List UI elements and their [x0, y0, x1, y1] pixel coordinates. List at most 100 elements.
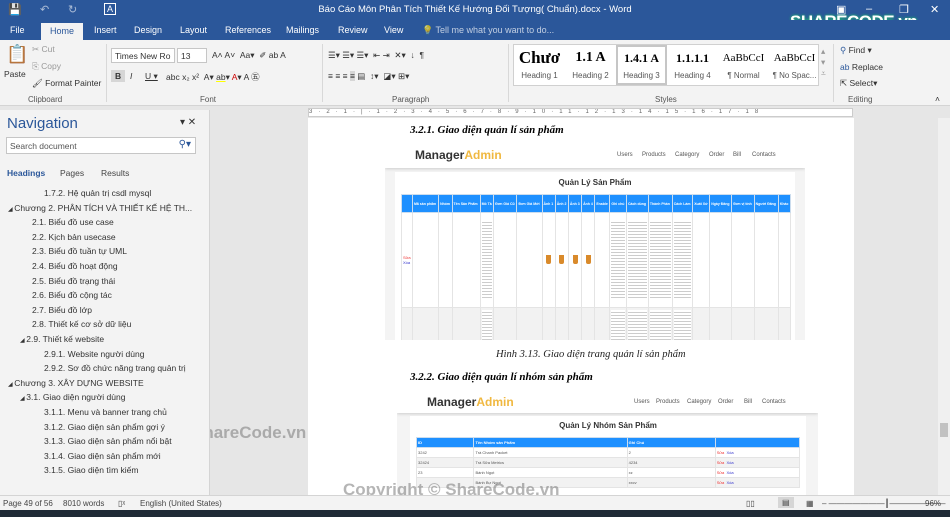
nav-heading-label: 2.9. Thiết kế website — [26, 334, 105, 344]
nav-heading-item[interactable]: 3.1.5. Giao diện tìm kiếm — [44, 465, 139, 475]
edit-link[interactable]: Sửa — [717, 450, 725, 455]
nav-heading-item[interactable]: 2.5. Biểu đồ trạng thái — [32, 276, 115, 286]
alignment-buttons[interactable]: ≡ ≡ ≡ ≡ ▤ ↕▾ ◪▾ ⊞▾ — [328, 71, 409, 82]
nav-heading-item[interactable]: 2.8. Thiết kế cơ sở dữ liệu — [32, 319, 131, 329]
nav-heading-label: 2.8. Thiết kế cơ sở dữ liệu — [32, 319, 132, 330]
edit-link[interactable]: Sửa — [717, 470, 725, 475]
font-grow-shrink-icons[interactable]: A˄ A˅ Aa▾ ✐ ab A — [212, 50, 286, 61]
bold-button[interactable]: B — [111, 70, 126, 82]
nav-heading-item[interactable]: ◢ Chương 2. PHÂN TÍCH VÀ THIẾT KẾ HỆ TH.… — [8, 203, 192, 213]
tab-review[interactable]: Review — [338, 25, 368, 35]
nav-heading-item[interactable]: 2.6. Biểu đồ cộng tác — [32, 290, 112, 300]
cut-label: Cut — [41, 44, 55, 54]
tab-layout[interactable]: Layout — [180, 25, 207, 35]
delete-link[interactable]: Xóa — [727, 450, 734, 455]
text-placeholder — [611, 220, 625, 300]
nav-heading-item[interactable]: 2.7. Biểu đồ lớp — [32, 305, 92, 315]
delete-link[interactable]: Xóa — [727, 470, 734, 475]
minimize-button[interactable]: – — [866, 3, 872, 15]
font-size-select[interactable]: 13 — [177, 48, 207, 63]
tab-references[interactable]: References — [225, 25, 271, 35]
font-name-select[interactable]: Times New Ro — [111, 48, 175, 63]
nav-heading-item[interactable]: 3.1.1. Menu và banner trang chủ — [44, 407, 167, 417]
nav-heading-item[interactable]: 1.7.2. Hệ quản trị csdl mysql — [44, 188, 151, 198]
list-buttons[interactable]: ☰▾ ☰▾ ☰▾ ⇤ ⇥ ✕▾ ↓ ¶ — [328, 50, 424, 61]
collapse-ribbon-icon[interactable]: ˄ — [935, 94, 940, 104]
print-layout-icon[interactable]: ▤ — [778, 497, 794, 508]
ribbon-display-icon[interactable]: ▣ — [836, 3, 846, 16]
nav-heading-item[interactable]: 2.4. Biểu đồ hoạt động — [32, 261, 118, 271]
style-heading-2[interactable]: 1.1 A Heading 2 — [565, 45, 616, 85]
style-heading-1[interactable]: Chươ Heading 1 — [514, 45, 565, 85]
nav-heading-item[interactable]: 2.3. Biểu đồ tuần tự UML — [32, 246, 127, 256]
divider — [508, 44, 509, 102]
find-button[interactable]: ⚲ Find ▾ — [840, 45, 872, 56]
search-document-input[interactable]: Search document ⚲▾ — [6, 137, 196, 154]
nav-heading-item[interactable]: ◢ 2.9. Thiết kế website — [20, 334, 104, 344]
delete-link[interactable]: Xóa — [403, 260, 410, 265]
read-mode-icon[interactable]: ▯▯ — [746, 499, 755, 508]
nav-options-icon[interactable]: ▾ ✕ — [180, 117, 196, 128]
nav-heading-item[interactable]: 3.1.4. Giao diện sản phẩm mới — [44, 451, 161, 461]
nav-heading-item[interactable]: ◢ 3.1. Giao diện người dùng — [20, 392, 125, 402]
tab-home[interactable]: Home — [41, 23, 84, 40]
nav-heading-item[interactable]: 2.9.2. Sơ đồ chức năng trang quản trị — [44, 363, 186, 373]
edit-link[interactable]: Sửa — [717, 480, 725, 485]
nav-tab-pages[interactable]: Pages — [60, 168, 84, 178]
edit-link[interactable]: Sửa — [717, 460, 725, 465]
paste-button[interactable]: Paste — [4, 69, 26, 79]
nav-heading-item[interactable]: ◢ Chương 3. XÂY DỰNG WEBSITE — [8, 378, 144, 388]
text-effects-icons[interactable]: abc x₂ x² A▾ ab▾ A▾ A ㊄ — [166, 71, 260, 83]
product-admin-screenshot: ManagerAdmin Users Products Category Ord… — [385, 142, 805, 340]
nav-tab-results[interactable]: Results — [101, 168, 129, 178]
tab-file[interactable]: File — [10, 25, 25, 35]
cut-button[interactable]: ✂ Cut — [32, 44, 55, 55]
admin-menu-order: Order — [709, 152, 725, 158]
table-cell — [609, 307, 627, 340]
tab-view[interactable]: View — [384, 25, 403, 35]
nav-heading-item[interactable]: 2.2. Kịch bản usecase — [32, 232, 116, 242]
replace-button[interactable]: ab Replace — [840, 62, 883, 72]
style-heading-3[interactable]: 1.4.1 A Heading 3 — [616, 45, 667, 85]
nav-heading-item[interactable]: 2.1. Biểu đồ use case — [32, 217, 114, 227]
page-count[interactable]: Page 49 of 56 — [3, 499, 53, 508]
italic-button[interactable]: I — [130, 71, 132, 81]
web-layout-icon[interactable]: ▦ — [806, 499, 814, 508]
language[interactable]: English (United States) — [140, 499, 222, 508]
tab-insert[interactable]: Insert — [94, 25, 117, 35]
styles-scroll-buttons[interactable]: ▴ ▾ ⩡ — [821, 46, 826, 79]
word-count[interactable]: 8010 words — [63, 499, 104, 508]
close-button[interactable]: ✕ — [930, 3, 939, 16]
ruler: 3·2·1·|·1·2·3·4·5·6·7·8·9·10·11·12·13·14… — [210, 106, 950, 118]
document-area: 3.2.1. Giao diện quản lí sản phẩm Manage… — [210, 118, 938, 495]
paste-icon[interactable]: 📋 — [6, 44, 28, 65]
format-painter-button[interactable]: 🖌 Format Painter — [32, 78, 101, 89]
style-name: Heading 2 — [572, 71, 609, 80]
nav-heading-item[interactable]: 2.9.1. Website người dùng — [44, 349, 144, 359]
search-icon[interactable]: ⚲▾ — [179, 139, 191, 150]
tab-mailings[interactable]: Mailings — [286, 25, 319, 35]
column-header: Mã sản phẩm — [411, 194, 440, 213]
proofing-icon[interactable]: ▯ᵡ — [118, 499, 125, 508]
scroll-thumb[interactable] — [940, 423, 948, 437]
restore-button[interactable]: ❐ — [899, 3, 909, 16]
style-no-spacing[interactable]: AaBbCcI ¶ No Spac... — [769, 45, 820, 85]
style-normal[interactable]: AaBbCcI ¶ Normal — [718, 45, 769, 85]
nav-heading-item[interactable]: 3.1.2. Giao diện sản phẩm gợi ý — [44, 422, 165, 432]
nav-heading-item[interactable]: 3.1.3. Giao diện sản phẩm nổi bật — [44, 436, 172, 446]
vertical-scrollbar[interactable] — [938, 118, 950, 495]
replace-label: Replace — [851, 62, 884, 72]
copy-label: Copy — [41, 61, 62, 71]
tell-me-box[interactable]: 💡 Tell me what you want to do... — [422, 25, 554, 36]
underline-button[interactable]: U ▾ — [145, 71, 158, 82]
delete-link[interactable]: Xóa — [727, 460, 734, 465]
search-placeholder: Search document — [10, 141, 77, 151]
nav-tab-headings[interactable]: Headings — [7, 168, 45, 178]
style-heading-4[interactable]: 1.1.1.1 Heading 4 — [667, 45, 718, 85]
select-button[interactable]: ⇱ Select▾ — [840, 78, 877, 89]
zoom-level[interactable]: 96% — [925, 499, 941, 508]
tab-design[interactable]: Design — [134, 25, 162, 35]
delete-link[interactable]: Xóa — [727, 480, 734, 485]
copy-button[interactable]: ⎘ Copy — [32, 61, 61, 72]
table-cell: Bánh Ngọt — [473, 467, 628, 478]
